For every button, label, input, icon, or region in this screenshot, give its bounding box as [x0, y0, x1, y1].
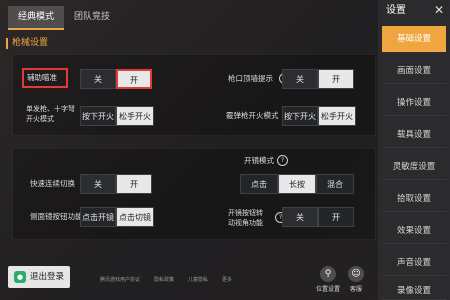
- sidebar-item-pickup[interactable]: 拾取设置: [382, 186, 446, 212]
- shotgun-release[interactable]: 松手开火: [318, 106, 356, 126]
- footer-link[interactable]: 隐私政策: [154, 276, 174, 283]
- open-btn-view-toggle: 关 开: [282, 207, 354, 227]
- wechat-icon: ●: [14, 270, 26, 283]
- tab-classic[interactable]: 经典模式: [8, 6, 65, 30]
- muzzle-tip-on[interactable]: 开: [318, 69, 354, 89]
- tab-team-deathmatch[interactable]: 团队竞技: [64, 6, 120, 28]
- footer-links: 腾讯游戏用户协议 隐私政策 儿童隐私 更多: [100, 276, 232, 283]
- shotgun-mode-toggle: 按下开火 松手开火: [282, 106, 356, 126]
- settings-sidebar: 设置 ✕ 基础设置 画面设置 操作设置 载具设置 灵敏度设置 拾取设置 效果设置…: [378, 0, 450, 300]
- sidebar-item-effects[interactable]: 效果设置: [382, 218, 446, 244]
- assist-aim-label: 辅助瞄准: [27, 73, 57, 82]
- muzzle-tip-label: 枪口顶墙提示: [228, 74, 273, 83]
- muzzle-tip-off[interactable]: 关: [282, 69, 318, 89]
- logout-button[interactable]: ● 退出登录: [8, 266, 70, 288]
- single-shot-press[interactable]: 按下开火: [80, 106, 116, 126]
- side-scope-toggle: 点击开镜 点击切镜: [80, 207, 154, 227]
- location-settings-label: 位置设置: [316, 286, 341, 293]
- sidebar-item-vehicle[interactable]: 载具设置: [382, 122, 446, 148]
- quick-switch-off[interactable]: 关: [80, 174, 116, 194]
- sidebar-item-basic[interactable]: 基础设置: [382, 26, 446, 52]
- sidebar-item-replay[interactable]: 录像设置: [382, 282, 446, 300]
- footer-link[interactable]: 儿童隐私: [188, 276, 208, 283]
- open-btn-view-on[interactable]: 开: [318, 207, 354, 227]
- assist-aim-off[interactable]: 关: [80, 69, 116, 89]
- support-icon: ☺: [348, 266, 364, 282]
- side-scope-label: 侧面镜按钮功能: [30, 212, 83, 221]
- sidebar-item-controls[interactable]: 操作设置: [382, 90, 446, 116]
- quick-switch-toggle: 关 开: [80, 174, 152, 194]
- shotgun-press[interactable]: 按下开火: [282, 106, 318, 126]
- assist-aim-on[interactable]: 开: [116, 69, 152, 89]
- open-mode-hold[interactable]: 长按: [278, 174, 316, 194]
- sidebar-item-sound[interactable]: 声音设置: [382, 250, 446, 276]
- side-scope-switch[interactable]: 点击切镜: [116, 207, 154, 227]
- quick-switch-label: 快速连续切换: [30, 179, 75, 188]
- muzzle-tip-toggle: 关 开: [282, 69, 354, 89]
- open-mode-toggle: 点击 长按 混合: [240, 174, 354, 194]
- footer-link[interactable]: 腾讯游戏用户协议: [100, 276, 140, 283]
- logout-label: 退出登录: [30, 272, 65, 282]
- open-mode-mixed[interactable]: 混合: [316, 174, 354, 194]
- open-mode-tap[interactable]: 点击: [240, 174, 278, 194]
- single-shot-release[interactable]: 松手开火: [116, 106, 154, 126]
- sidebar-item-graphics[interactable]: 画面设置: [382, 58, 446, 84]
- open-mode-label: 开镜模式: [244, 156, 274, 165]
- single-shot-toggle: 按下开火 松手开火: [80, 106, 154, 126]
- settings-screen: 经典模式 团队竞技 枪械设置 辅助瞄准 关 开 枪口顶墙提示 ? 关 开 单发枪…: [0, 0, 450, 300]
- quick-switch-on[interactable]: 开: [116, 174, 152, 194]
- location-settings-button[interactable]: ⚲ 位置设置: [316, 266, 340, 293]
- open-btn-view-label: 开镜按钮转动视角功能: [228, 209, 263, 227]
- mode-tabs: 经典模式 团队竞技: [8, 6, 120, 32]
- close-icon[interactable]: ✕: [434, 3, 444, 17]
- help-icon[interactable]: ?: [277, 155, 288, 166]
- single-shot-label: 单发枪、十字弩开火模式: [26, 105, 75, 123]
- section-title: 枪械设置: [6, 38, 48, 49]
- sidebar-item-sensitivity[interactable]: 灵敏度设置: [382, 154, 446, 180]
- support-label: 客服: [349, 286, 362, 293]
- assist-aim-toggle: 关 开: [80, 69, 152, 89]
- open-btn-view-off[interactable]: 关: [282, 207, 318, 227]
- side-scope-open[interactable]: 点击开镜: [80, 207, 116, 227]
- shotgun-mode-label: 霰弹枪开火模式: [226, 111, 279, 120]
- support-button[interactable]: ☺ 客服: [344, 266, 368, 293]
- location-icon: ⚲: [320, 266, 336, 282]
- settings-main-panel: 经典模式 团队竞技 枪械设置 辅助瞄准 关 开 枪口顶墙提示 ? 关 开 单发枪…: [0, 0, 378, 300]
- footer-link[interactable]: 更多: [222, 276, 232, 283]
